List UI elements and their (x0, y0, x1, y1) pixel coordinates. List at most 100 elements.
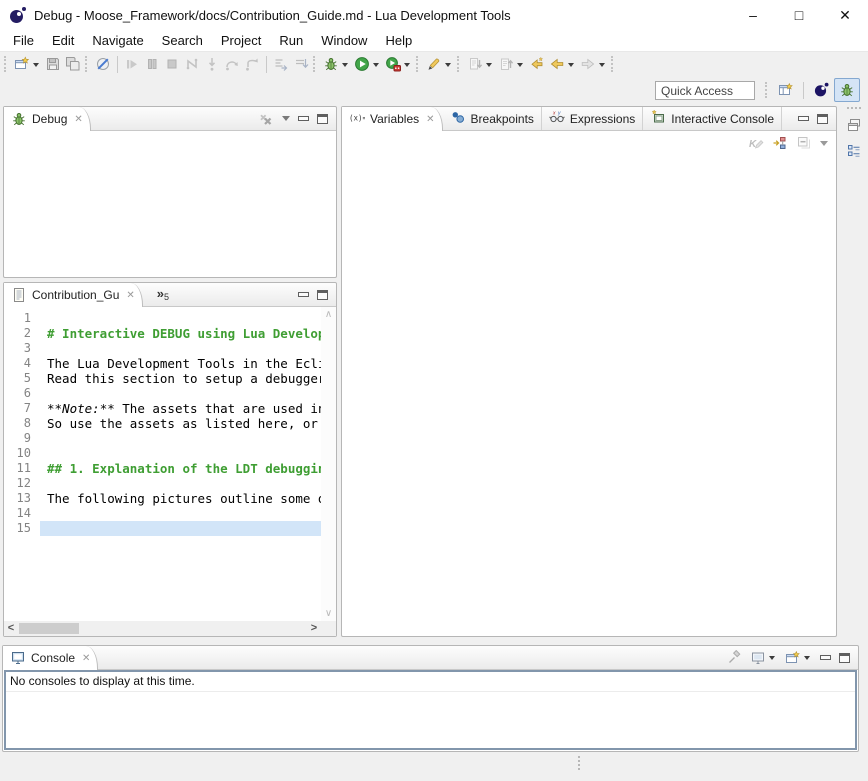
resume-button[interactable] (122, 53, 142, 75)
editor-minimize-button[interactable] (298, 292, 309, 297)
forward-button[interactable] (578, 53, 609, 75)
new-wizard-button[interactable] (12, 53, 43, 75)
menu-project[interactable]: Project (212, 31, 270, 50)
dropdown-arrow-icon[interactable] (599, 63, 605, 67)
lua-perspective-button[interactable] (808, 78, 834, 102)
tab-debug[interactable]: Debug ✕ (4, 107, 91, 131)
dropdown-arrow-icon[interactable] (517, 63, 523, 67)
debug-view-content[interactable] (4, 131, 336, 277)
code-text: ** (47, 401, 62, 416)
previous-annotation-button[interactable] (496, 53, 527, 75)
scroll-right-icon[interactable]: > (307, 621, 321, 636)
menu-run[interactable]: Run (270, 31, 312, 50)
outline-view-button[interactable] (842, 140, 866, 162)
disconnect-button[interactable] (182, 53, 202, 75)
tab-interactive-console[interactable]: Interactive Console (643, 107, 782, 130)
tab-contribution-guide[interactable]: Contribution_Gu ✕ (4, 283, 143, 307)
step-over-button[interactable] (222, 53, 242, 75)
drop-to-frame-button[interactable] (291, 53, 311, 75)
use-step-filters-button[interactable] (271, 53, 291, 75)
variables-minimize-button[interactable] (798, 116, 809, 121)
code-line (40, 431, 321, 446)
tab-console-close-icon[interactable]: ✕ (82, 653, 90, 664)
open-perspective-button[interactable] (773, 78, 799, 102)
debug-button[interactable] (321, 53, 352, 75)
debug-perspective-button[interactable] (834, 78, 860, 102)
sash-drag-handle[interactable] (578, 756, 580, 770)
profile-button[interactable] (383, 53, 414, 75)
console-maximize-button[interactable] (839, 653, 850, 663)
editor-maximize-button[interactable] (317, 290, 328, 300)
dropdown-arrow-icon[interactable] (342, 63, 348, 67)
trim-drag-handle[interactable] (847, 107, 861, 110)
variables-maximize-button[interactable] (817, 114, 828, 124)
debug-view-minimize-button[interactable] (298, 116, 309, 121)
window-minimize-button[interactable]: – (730, 0, 776, 30)
run-button[interactable] (352, 53, 383, 75)
menu-help[interactable]: Help (376, 31, 421, 50)
menu-window[interactable]: Window (312, 31, 376, 50)
collapse-all-button[interactable] (796, 135, 812, 151)
debug-view-menu-button[interactable] (282, 116, 290, 121)
breakpoints-icon (450, 109, 466, 128)
toolbar-separator (117, 56, 118, 73)
open-console-button[interactable] (785, 650, 812, 666)
next-annotation-button[interactable] (465, 53, 496, 75)
pin-console-button[interactable] (726, 650, 742, 666)
highlight-icon (426, 56, 442, 72)
dropdown-arrow-icon[interactable] (373, 63, 379, 67)
dropdown-arrow-icon[interactable] (445, 63, 451, 67)
dropdown-arrow-icon[interactable] (568, 63, 574, 67)
scroll-down-icon[interactable]: ∨ (321, 608, 336, 619)
show-logical-structure-button[interactable] (772, 135, 788, 151)
tab-label: Variables (370, 112, 419, 126)
dropdown-arrow-icon[interactable] (404, 63, 410, 67)
highlight-button[interactable] (424, 53, 455, 75)
step-into-button[interactable] (202, 53, 222, 75)
display-selected-console-icon (750, 650, 766, 666)
tab-variables[interactable]: (x)=Variables✕ (342, 107, 443, 131)
editor-vertical-scrollbar[interactable]: ∧ ∨ (321, 307, 336, 621)
window-maximize-button[interactable]: □ (776, 0, 822, 30)
dropdown-arrow-icon[interactable] (33, 63, 39, 67)
editor-horizontal-scrollbar[interactable]: < > (4, 621, 321, 636)
menu-edit[interactable]: Edit (43, 31, 83, 50)
step-return-button[interactable] (242, 53, 262, 75)
tab-contribution-guide-close-icon[interactable]: ✕ (126, 290, 134, 301)
skip-all-breakpoints-button[interactable] (93, 53, 113, 75)
dropdown-arrow-icon[interactable] (486, 63, 492, 67)
console-minimize-button[interactable] (820, 655, 831, 660)
tab-breakpoints[interactable]: Breakpoints (443, 107, 542, 130)
code-text-area[interactable]: # Interactive DEBUG using Lua DevelopThe… (40, 307, 321, 621)
save-button[interactable] (43, 53, 63, 75)
scroll-up-icon[interactable]: ∧ (321, 309, 336, 320)
save-all-button[interactable] (63, 53, 83, 75)
terminate-button[interactable] (162, 53, 182, 75)
menu-file[interactable]: File (4, 31, 43, 50)
horizontal-scroll-thumb[interactable] (19, 623, 79, 634)
last-edit-location-button[interactable] (527, 53, 547, 75)
console-content[interactable]: No consoles to display at this time. (4, 670, 857, 750)
tab-close-icon[interactable]: ✕ (426, 114, 434, 125)
show-type-names-button[interactable]: K (748, 135, 764, 151)
window-close-button[interactable]: ✕ (822, 0, 868, 30)
restore-view-button[interactable] (842, 114, 866, 136)
toolbar-separator (266, 56, 267, 73)
tab-console[interactable]: Console ✕ (3, 646, 98, 670)
scroll-left-icon[interactable]: < (4, 621, 18, 636)
hidden-editors-chevron[interactable]: »5 (143, 283, 169, 306)
quick-access-box[interactable]: Quick Access (655, 81, 755, 100)
tab-expressions[interactable]: xyExpressions (542, 107, 643, 130)
menu-search[interactable]: Search (153, 31, 212, 50)
back-button[interactable] (547, 53, 578, 75)
forward-icon (580, 56, 596, 72)
debug-view-maximize-button[interactable] (317, 114, 328, 124)
remove-all-terminated-button[interactable] (258, 111, 274, 127)
display-selected-console-button[interactable] (750, 650, 777, 666)
tab-debug-close-icon[interactable]: ✕ (74, 114, 82, 125)
line-number: 1 (4, 311, 40, 326)
variables-view-menu-button[interactable] (820, 141, 828, 146)
suspend-button[interactable] (142, 53, 162, 75)
variables-content[interactable] (342, 151, 836, 621)
menu-navigate[interactable]: Navigate (83, 31, 152, 50)
